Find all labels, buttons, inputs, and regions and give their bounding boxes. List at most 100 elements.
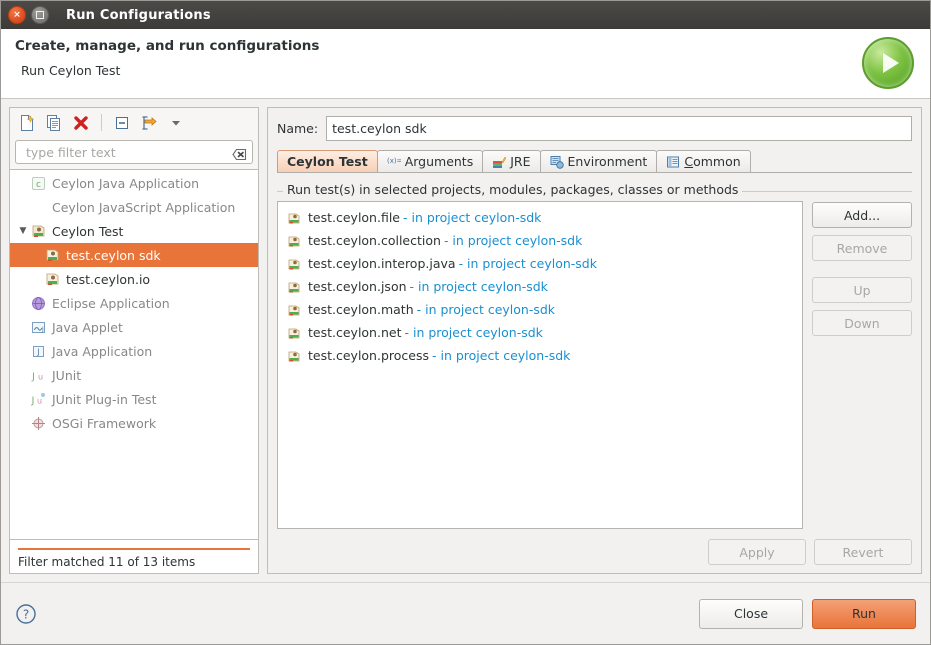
list-item-suffix: - in project ceylon-sdk [404,325,543,340]
list-item[interactable]: test.ceylon.collection - in project ceyl… [280,229,800,252]
close-icon: × [13,9,21,20]
clear-filter-icon[interactable] [232,146,247,160]
status-accent-rule [18,548,250,550]
list-item[interactable]: test.ceylon.json - in project ceylon-sdk [280,275,800,298]
group-content: test.ceylon.file - in project ceylon-sdk [277,192,912,529]
tree-item-java-applet[interactable]: J Java Applet [10,315,258,339]
tree-item-test-ceylon-sdk[interactable]: test.ceylon sdk [10,243,258,267]
ceylon-module-icon [286,256,302,272]
remove-button[interactable]: Remove [812,235,912,261]
tree-item-label: test.ceylon sdk [66,247,161,263]
view-menu-chevron-icon[interactable] [167,114,185,132]
tab-label: Arguments [404,154,474,169]
list-item-name: test.ceylon.interop.java [308,256,456,271]
tree-item-label: Ceylon JavaScript Application [52,199,236,215]
filter-status-bar: Filter matched 11 of 13 items [9,540,259,574]
java-application-icon: J [30,343,47,360]
tab-environment[interactable]: Environment [539,150,658,172]
environment-icon [550,155,564,169]
tree-item-eclipse-application[interactable]: Eclipse Application [10,291,258,315]
list-item-name: test.ceylon.net [308,325,402,340]
collapse-all-icon[interactable] [113,114,131,132]
close-window-button[interactable]: × [8,6,26,24]
expanded-twisty-icon[interactable]: ▼ [16,226,30,236]
test-targets-list[interactable]: test.ceylon.file - in project ceylon-sdk [277,201,803,529]
tab-jre[interactable]: JRE [482,150,541,172]
svg-text:c: c [36,180,41,190]
tree-item-ceylon-java-application[interactable]: c Ceylon Java Application [10,171,258,195]
tab-common[interactable]: Common [656,150,751,172]
list-item[interactable]: test.ceylon.net - in project ceylon-sdk [280,321,800,344]
tree-item-label: Java Application [52,343,153,359]
list-item[interactable]: test.ceylon.math - in project ceylon-sdk [280,298,800,321]
apply-revert-row: Apply Revert [277,529,912,565]
new-configuration-icon[interactable] [18,114,36,132]
tree-item-label: test.ceylon.io [66,271,151,287]
tree-item-osgi-framework[interactable]: OSGi Framework [10,411,258,435]
configurations-tree[interactable]: c Ceylon Java Application Ceylon JavaScr… [9,169,259,540]
list-item-suffix: - in project ceylon-sdk [416,302,556,317]
ceylon-module-icon [286,210,302,226]
test-targets-group: Run test(s) in selected projects, module… [277,182,912,529]
banner-title: Create, manage, and run configurations [15,38,320,54]
tree-item-test-ceylon-io[interactable]: test.ceylon.io [10,267,258,291]
tree-item-java-application[interactable]: J Java Application [10,339,258,363]
tree-item-ceylon-test[interactable]: ▼ Ceylon Test [10,219,258,243]
list-item-suffix: - in project ceylon-sdk [443,233,583,248]
svg-text:J: J [31,371,35,382]
list-item-name: test.ceylon.json [308,279,407,294]
duplicate-configuration-icon[interactable] [45,114,63,132]
tree-item-ceylon-javascript-application[interactable]: Ceylon JavaScript Application [10,195,258,219]
down-button[interactable]: Down [812,310,912,336]
list-actions: Add... Remove Up Down [812,201,912,529]
svg-text:?: ? [23,607,29,621]
list-item[interactable]: test.ceylon.interop.java - in project ce… [280,252,800,275]
toolbar-separator [101,114,102,131]
tab-bar: Ceylon Test (x)= Arguments JRE Environme… [277,150,912,173]
apply-button[interactable]: Apply [708,539,806,565]
ceylon-module-icon [286,348,302,364]
filter-box[interactable] [15,140,253,164]
help-icon[interactable]: ? [15,603,37,625]
run-play-icon [862,37,918,93]
svg-text:J: J [36,347,39,356]
eclipse-application-icon [30,295,47,312]
delete-configuration-icon[interactable] [72,114,90,132]
list-item-suffix: - in project ceylon-sdk [409,279,548,294]
banner-subtitle: Run Ceylon Test [21,63,121,78]
tab-arguments[interactable]: (x)= Arguments [376,150,484,172]
svg-text:J: J [31,395,35,406]
ceylon-java-application-icon: c [30,175,47,192]
filter-configurations-icon[interactable] [140,114,158,132]
tab-label-rest: ommon [693,154,741,169]
dialog-body: c Ceylon Java Application Ceylon JavaScr… [1,99,930,574]
search-input[interactable] [24,143,232,161]
tree-item-label: OSGi Framework [52,415,157,431]
up-button[interactable]: Up [812,277,912,303]
group-label: Run test(s) in selected projects, module… [283,182,743,197]
tab-ceylon-test[interactable]: Ceylon Test [277,150,378,172]
run-button[interactable]: Run [812,598,916,629]
tree-toolbar [9,107,259,137]
arguments-icon: (x)= [387,155,403,169]
run-configurations-window: × Run Configurations Create, manage, and… [0,0,931,645]
close-button[interactable]: Close [699,598,803,629]
ceylon-module-icon [286,279,302,295]
revert-button[interactable]: Revert [814,539,912,565]
configurations-panel: c Ceylon Java Application Ceylon JavaScr… [9,107,259,574]
add-button[interactable]: Add... [812,202,912,228]
filter-status-text: Filter matched 11 of 13 items [18,555,196,569]
ceylon-test-config-icon [44,271,61,288]
tree-item-junit-plugin-test[interactable]: J u JUnit Plug-in Test [10,387,258,411]
ceylon-module-icon [286,233,302,249]
maximize-window-button[interactable] [31,6,49,24]
tree-item-label: JUnit Plug-in Test [52,391,157,407]
list-item[interactable]: test.ceylon.process - in project ceylon-… [280,344,800,367]
list-item-name: test.ceylon.process [308,348,429,363]
title-bar: × Run Configurations [1,1,930,29]
list-item[interactable]: test.ceylon.file - in project ceylon-sdk [280,206,800,229]
list-item-suffix: - in project ceylon-sdk [432,348,571,363]
configuration-name-input[interactable] [326,116,912,141]
window-title: Run Configurations [66,7,211,23]
tree-item-junit[interactable]: J u JUnit [10,363,258,387]
